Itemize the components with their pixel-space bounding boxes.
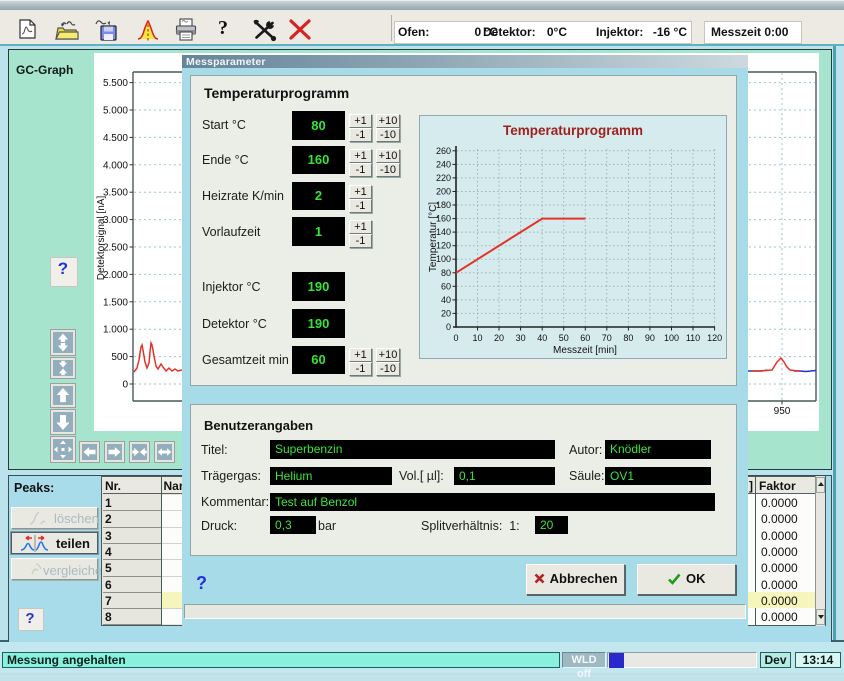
svg-text:60: 60 [580,333,590,343]
svg-text:4.000: 4.000 [103,160,128,171]
svg-text:200: 200 [436,187,451,197]
svg-text:Temperatur [°C]: Temperatur [°C] [428,202,439,272]
svg-text:60: 60 [441,281,451,291]
svg-text:20: 20 [494,333,504,343]
svg-text:1.500: 1.500 [103,297,128,308]
svg-text:5.500: 5.500 [103,78,128,89]
svg-text:30: 30 [516,333,526,343]
svg-text:260: 260 [436,146,451,156]
svg-text:10: 10 [472,333,482,343]
svg-text:0: 0 [122,380,128,391]
svg-text:Detektorsignal [nA]: Detektorsignal [nA] [96,196,107,281]
svg-text:90: 90 [645,333,655,343]
svg-text:5.000: 5.000 [103,106,128,117]
svg-text:70: 70 [602,333,612,343]
svg-text:20: 20 [441,308,451,318]
svg-text:100: 100 [664,333,679,343]
svg-text:950: 950 [774,406,791,417]
svg-text:500: 500 [111,352,128,363]
svg-text:220: 220 [436,173,451,183]
svg-text:1.000: 1.000 [103,325,128,336]
svg-text:120: 120 [707,333,722,343]
svg-text:40: 40 [441,295,451,305]
svg-text:110: 110 [686,333,700,343]
svg-text:240: 240 [436,159,451,169]
svg-text:40: 40 [537,333,547,343]
svg-text:Temperaturprogramm: Temperaturprogramm [503,123,643,138]
svg-text:0: 0 [453,333,458,343]
svg-text:0: 0 [446,322,451,332]
svg-text:50: 50 [559,333,569,343]
svg-text:80: 80 [623,333,633,343]
svg-text:4.500: 4.500 [103,133,128,144]
svg-text:Messzeit [min]: Messzeit [min] [553,345,617,356]
svg-text:80: 80 [441,268,451,278]
